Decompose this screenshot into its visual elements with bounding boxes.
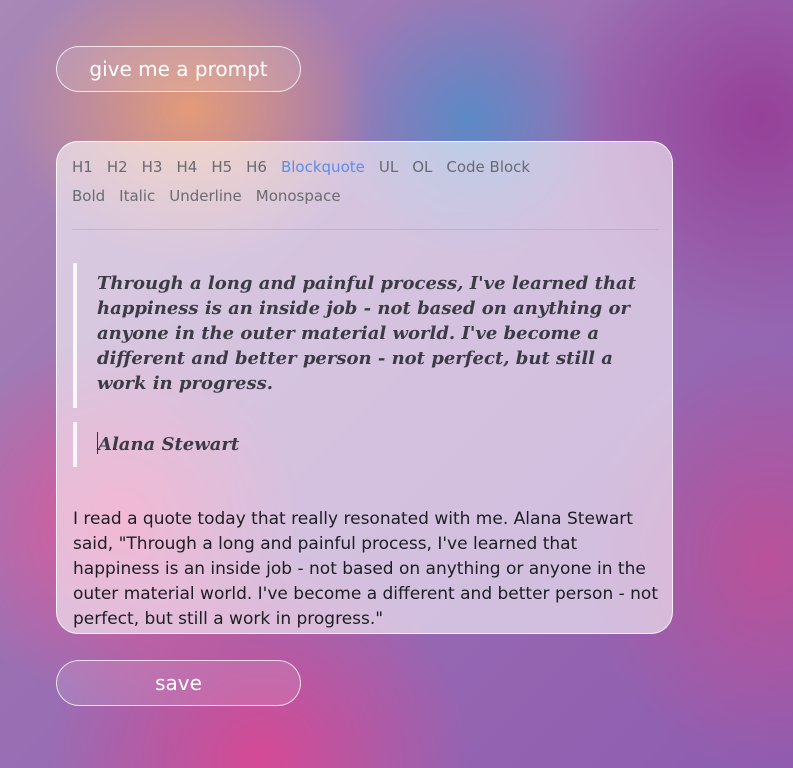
tool-h5[interactable]: H5 — [211, 158, 232, 176]
tool-underline[interactable]: Underline — [169, 187, 241, 205]
editor-card: H1 H2 H3 H4 H5 H6 Blockquote UL OL Code … — [56, 141, 673, 634]
body-text: I read a quote today that really resonat… — [73, 509, 658, 629]
editor-body-paragraph[interactable]: I read a quote today that really resonat… — [73, 507, 663, 632]
tool-h2[interactable]: H2 — [107, 158, 128, 176]
tool-monospace[interactable]: Monospace — [256, 187, 341, 205]
toolbar-divider — [72, 229, 659, 230]
tool-code-block[interactable]: Code Block — [446, 158, 530, 176]
tool-h4[interactable]: H4 — [176, 158, 197, 176]
tool-h6[interactable]: H6 — [246, 158, 267, 176]
quote-text: Through a long and painful process, I've… — [97, 273, 637, 394]
tool-ul[interactable]: UL — [379, 158, 398, 176]
tool-bold[interactable]: Bold — [72, 187, 105, 205]
give-me-a-prompt-button[interactable]: give me a prompt — [56, 46, 301, 92]
blockquote-quote[interactable]: Through a long and painful process, I've… — [73, 263, 653, 408]
toolbar-row-headings: H1 H2 H3 H4 H5 H6 Blockquote UL OL Code … — [72, 158, 662, 187]
tool-h3[interactable]: H3 — [142, 158, 163, 176]
formatting-toolbar: H1 H2 H3 H4 H5 H6 Blockquote UL OL Code … — [72, 158, 662, 216]
tool-ol[interactable]: OL — [412, 158, 432, 176]
toolbar-row-inline: Bold Italic Underline Monospace — [72, 187, 662, 216]
save-button[interactable]: save — [56, 660, 301, 706]
tool-h1[interactable]: H1 — [72, 158, 93, 176]
author-text: Alana Stewart — [98, 434, 240, 455]
tool-blockquote[interactable]: Blockquote — [281, 158, 365, 176]
tool-italic[interactable]: Italic — [119, 187, 155, 205]
blockquote-author[interactable]: Alana Stewart — [73, 422, 653, 467]
